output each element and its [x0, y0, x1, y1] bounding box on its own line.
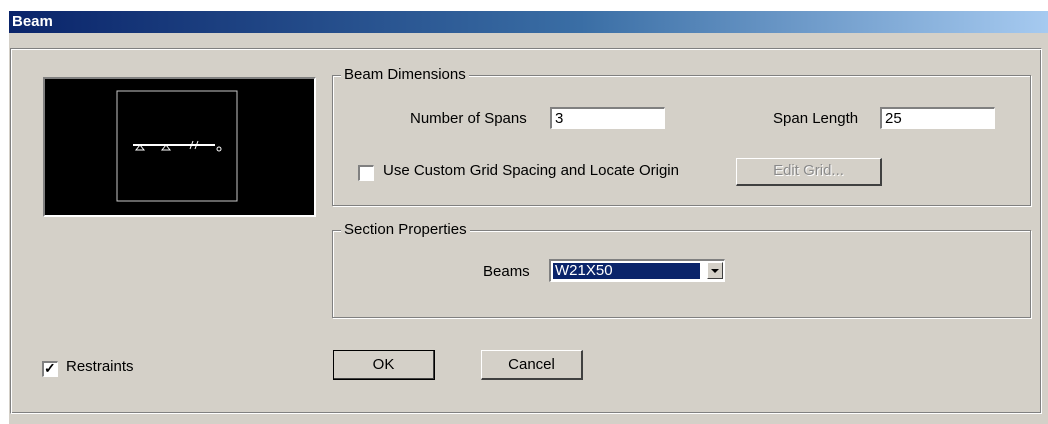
- beam-preview-icon: [43, 77, 316, 217]
- chevron-down-icon: [711, 269, 719, 273]
- restraints-label[interactable]: Restraints: [66, 358, 134, 375]
- beams-select[interactable]: W21X50: [549, 259, 725, 282]
- beams-select-value: W21X50: [552, 262, 701, 280]
- section-properties-legend: Section Properties: [341, 221, 470, 238]
- cancel-button[interactable]: Cancel: [481, 350, 583, 380]
- beams-dropdown-button[interactable]: [707, 262, 723, 279]
- beam-dialog: Beam Beam Dimensions Number of Spans 3 S…: [9, 11, 1048, 424]
- window-title: Beam: [12, 13, 53, 30]
- beam-dimensions-group: Beam Dimensions: [332, 66, 1031, 206]
- checkmark-icon: ✓: [44, 360, 56, 376]
- beams-label: Beams: [483, 263, 530, 280]
- number-of-spans-input[interactable]: 3: [550, 107, 665, 129]
- edit-grid-button[interactable]: Edit Grid...: [736, 158, 882, 186]
- beam-dimensions-legend: Beam Dimensions: [341, 66, 469, 83]
- custom-grid-label[interactable]: Use Custom Grid Spacing and Locate Origi…: [383, 162, 679, 179]
- ok-button[interactable]: OK: [333, 350, 435, 380]
- span-length-label: Span Length: [773, 110, 859, 127]
- number-of-spans-label: Number of Spans: [410, 110, 527, 127]
- beam-preview-graphic: [116, 90, 238, 202]
- span-length-input[interactable]: 25: [880, 107, 995, 129]
- custom-grid-checkbox[interactable]: [358, 165, 374, 181]
- title-bar[interactable]: Beam: [9, 11, 1048, 33]
- restraints-checkbox[interactable]: ✓: [42, 360, 58, 377]
